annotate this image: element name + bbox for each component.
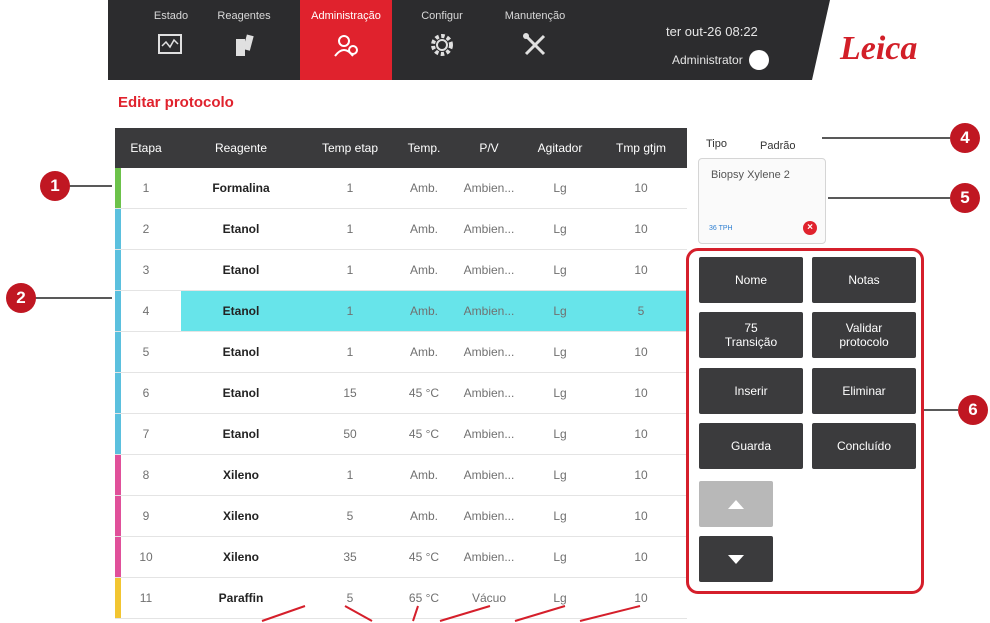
callout-lines [34,137,958,622]
callout-5: 5 [950,183,980,213]
callout-1: 1 [40,171,70,201]
callout-2: 2 [6,283,36,313]
callout-6: 6 [958,395,988,425]
callout-4: 4 [950,123,980,153]
